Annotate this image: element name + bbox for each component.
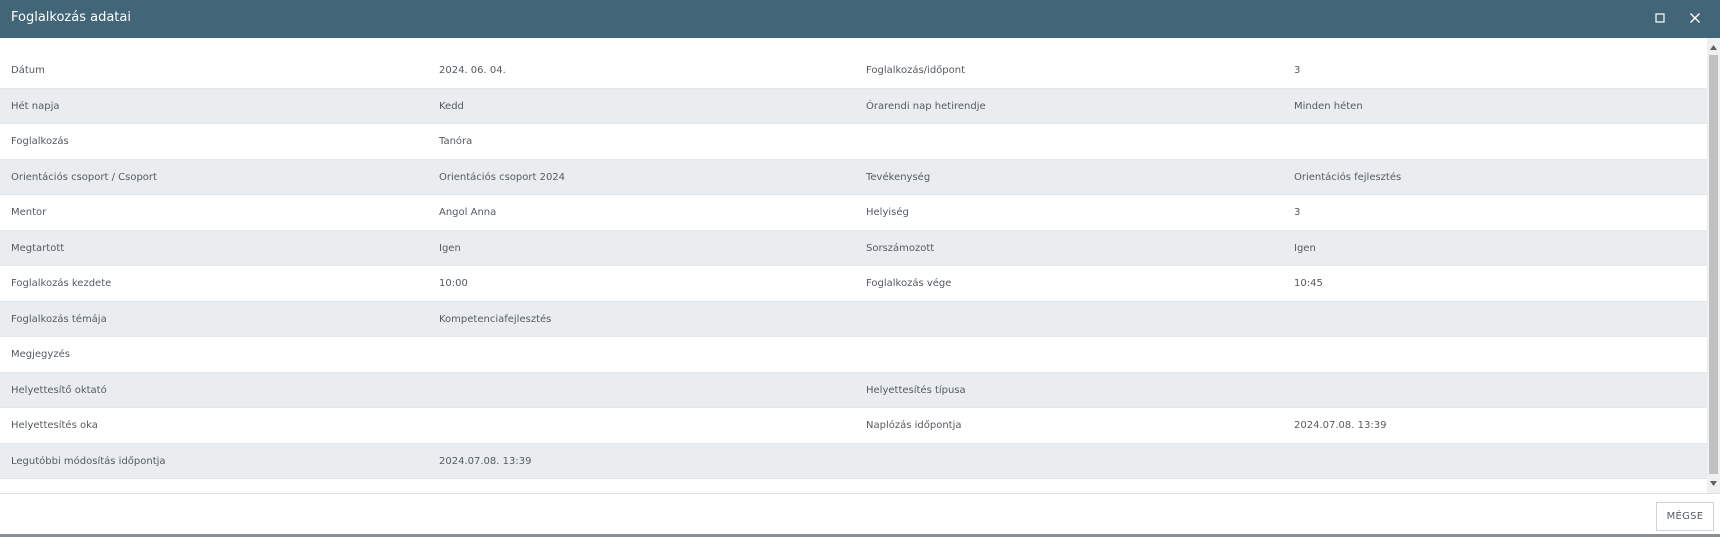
field-value: Orientációs fejlesztés [1294,171,1402,183]
scroll-up-button[interactable] [1707,40,1720,55]
field-label: Megjegyzés [11,349,70,360]
field-label: Hét napja [11,100,60,112]
arrow-down-icon [1710,481,1717,486]
scroll-down-button[interactable] [1707,476,1720,491]
table-row: Megjegyzés [0,337,1707,373]
field-label: Legutóbbi módosítás időpontja [11,455,166,467]
field-label: Helyiség [866,207,909,218]
field-value: 2024. 06. 04. [439,65,506,76]
arrow-up-icon [1710,45,1717,50]
field-label: Foglalkozás témája [11,313,107,325]
dialog-title: Foglalkozás adatai [11,10,131,25]
field-value: Kedd [439,100,464,112]
table-row: Foglalkozás témája Kompetenciafejlesztés [0,301,1707,337]
table-row: Foglalkozás kezdete 10:00 Foglalkozás vé… [0,266,1707,302]
table-row: Mentor Angol Anna Helyiség 3 [0,195,1707,231]
field-label: Foglalkozás [11,136,69,147]
table-row: Foglalkozás Tanóra [0,124,1707,160]
dialog-titlebar: Foglalkozás adatai [0,0,1720,38]
field-value: 2024.07.08. 13:39 [439,455,532,467]
details-dialog: Foglalkozás adatai Dátum 2024. 06. 04. F… [0,0,1720,537]
table-row: Orientációs csoport / Csoport Orientáció… [0,159,1707,195]
field-label: Helyettesítő oktató [11,384,107,396]
field-value: Orientációs csoport 2024 [439,171,566,183]
table-row: Helyettesítés oka Naplózás időpontja 202… [0,408,1707,444]
field-value: Angol Anna [439,207,497,218]
field-label: Dátum [11,65,45,76]
details-content: Dátum 2024. 06. 04. Foglalkozás/időpont … [0,38,1720,493]
close-button[interactable] [1686,9,1704,27]
field-value: 2024.07.08. 13:39 [1294,420,1387,431]
field-label: Tevékenység [866,171,931,183]
details-table: Dátum 2024. 06. 04. Foglalkozás/időpont … [0,53,1707,479]
field-value: 3 [1294,65,1301,76]
field-label: Foglalkozás/időpont [866,65,966,76]
vertical-scrollbar[interactable] [1707,38,1720,493]
field-label: Foglalkozás vége [866,278,952,289]
field-value: Tanóra [439,136,473,147]
table-row: Dátum 2024. 06. 04. Foglalkozás/időpont … [0,53,1707,89]
close-icon [1690,13,1700,23]
table-row: Hét napja Kedd Órarendi nap hetirendje M… [0,88,1707,124]
field-value: 10:00 [439,278,468,289]
field-label: Foglalkozás kezdete [11,278,112,289]
field-value: Igen [439,242,461,254]
field-label: Órarendi nap hetirendje [866,100,986,112]
field-label: Sorszámozott [866,242,935,254]
maximize-button[interactable] [1651,9,1669,27]
field-label: Naplózás időpontja [866,420,962,431]
scroll-thumb[interactable] [1709,55,1718,474]
field-value: Kompetenciafejlesztés [439,313,552,325]
field-label: Megtartott [11,242,65,254]
table-row: Helyettesítő oktató Helyettesítés típusa [0,372,1707,408]
field-value: 10:45 [1294,278,1323,289]
field-value: 3 [1294,207,1301,218]
dialog-footer: MÉGSE [0,493,1720,537]
field-label: Helyettesítés típusa [866,384,966,396]
table-row: Legutóbbi módosítás időpontja 2024.07.08… [0,443,1707,479]
cancel-button[interactable]: MÉGSE [1656,502,1714,531]
field-label: Orientációs csoport / Csoport [11,171,157,183]
field-value: Igen [1294,242,1316,254]
field-label: Helyettesítés oka [11,420,98,431]
maximize-icon [1655,13,1665,23]
table-row: Megtartott Igen Sorszámozott Igen [0,230,1707,266]
field-label: Mentor [11,207,47,218]
field-value: Minden héten [1294,100,1363,112]
